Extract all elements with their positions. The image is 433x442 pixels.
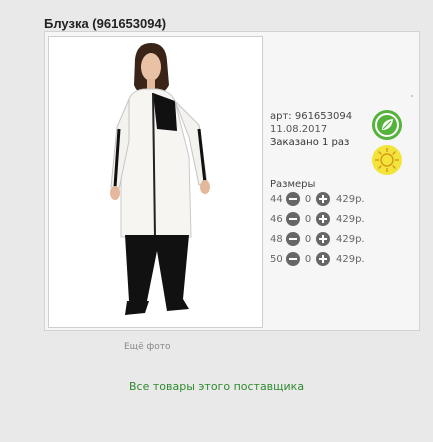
sizes-heading: Размеры <box>270 179 316 190</box>
size-row-46: 46 0 429р. <box>270 210 365 228</box>
size-label: 50 <box>270 253 283 265</box>
decrease-quantity-button[interactable] <box>286 252 300 266</box>
quantity-value: 0 <box>304 193 312 205</box>
model-figure-image <box>110 43 210 315</box>
decrease-quantity-button[interactable] <box>286 232 300 246</box>
increase-quantity-button[interactable] <box>316 232 330 246</box>
increase-quantity-button[interactable] <box>316 252 330 266</box>
size-label: 48 <box>270 233 283 245</box>
product-title: Блузка (961653094) <box>44 16 167 31</box>
product-photo[interactable] <box>48 36 263 328</box>
quantity-value: 0 <box>304 233 312 245</box>
size-label: 46 <box>270 213 283 225</box>
size-price: 429р. <box>336 213 365 225</box>
supplier-products-link[interactable]: Все товары этого поставщика <box>129 380 304 393</box>
quantity-value: 0 <box>304 213 312 225</box>
size-row-44: 44 0 429р. <box>270 190 365 208</box>
decrease-quantity-button[interactable] <box>286 212 300 226</box>
size-row-48: 48 0 429р. <box>270 230 365 248</box>
decrease-quantity-button[interactable] <box>286 192 300 206</box>
size-label: 44 <box>270 193 283 205</box>
size-price: 429р. <box>336 233 365 245</box>
size-row-50: 50 0 429р. <box>270 250 365 268</box>
increase-quantity-button[interactable] <box>316 212 330 226</box>
sun-icon <box>372 145 402 175</box>
leaf-icon <box>372 110 402 140</box>
quantity-value: 0 <box>304 253 312 265</box>
decorative-dot <box>411 95 413 97</box>
more-photos-link[interactable]: Ещё фото <box>124 342 171 352</box>
size-price: 429р. <box>336 193 365 205</box>
size-price: 429р. <box>336 253 365 265</box>
increase-quantity-button[interactable] <box>316 192 330 206</box>
